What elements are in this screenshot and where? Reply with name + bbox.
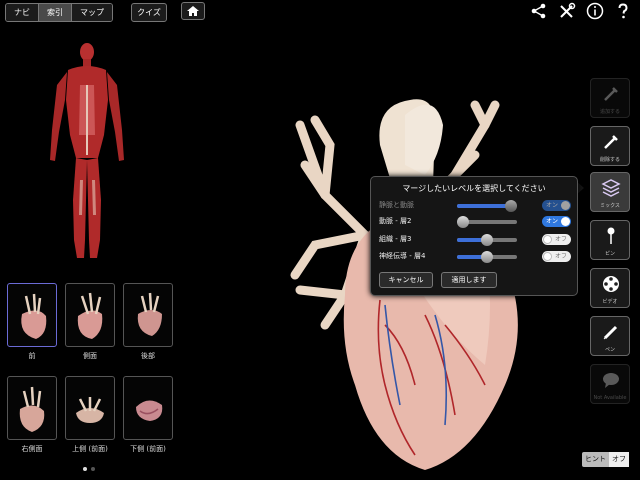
- layer-label: 神経伝導 - 層4: [379, 252, 426, 260]
- mix-tool-button[interactable]: ミックス: [590, 172, 630, 212]
- view-thumbnail-back[interactable]: [123, 283, 173, 347]
- add-pen-icon: [604, 87, 618, 101]
- view-thumbnail-bottom[interactable]: [123, 376, 173, 440]
- hint-toggle[interactable]: ヒント オフ: [582, 452, 632, 467]
- nav-segmented-control: ナビ 索引 マップ: [5, 3, 113, 22]
- home-icon: [187, 6, 199, 16]
- view-thumbnail-top[interactable]: [65, 376, 115, 440]
- view-label-back: 後部: [141, 352, 155, 360]
- slider-knob[interactable]: [457, 216, 469, 228]
- top-icons: [530, 2, 632, 20]
- slider-knob[interactable]: [505, 200, 517, 212]
- pen-tool-button[interactable]: ペン: [590, 316, 630, 356]
- mix-row: 動脈 - 層2 オン: [379, 215, 571, 229]
- mix-row: 神経伝導 - 層4 オフ: [379, 250, 571, 264]
- layers-icon: [601, 179, 621, 197]
- speech-bubble-icon: [603, 373, 619, 388]
- mix-popover: マージしたいレベルを選択してください 静脈と動脈 オン 動脈 - 層2 オン 組…: [370, 176, 578, 296]
- layer-toggle[interactable]: オフ: [542, 234, 571, 245]
- tab-navi[interactable]: ナビ: [6, 4, 39, 21]
- info-icon[interactable]: [586, 2, 604, 20]
- pen-icon: [603, 325, 618, 340]
- quiz-button[interactable]: クイズ: [131, 3, 167, 22]
- view-thumbnail-front[interactable]: [7, 283, 57, 347]
- video-tool-button[interactable]: ビデオ: [590, 268, 630, 308]
- add-tool-button[interactable]: 追加する: [590, 78, 630, 118]
- remove-pen-icon: [604, 135, 618, 149]
- layer-label: 動脈 - 層2: [379, 217, 412, 225]
- home-button[interactable]: [181, 2, 205, 20]
- layer-slider[interactable]: [457, 234, 517, 246]
- view-label-right-side: 右側面: [21, 445, 43, 453]
- view-thumbnail-side[interactable]: [65, 283, 115, 347]
- page-indicator: [83, 467, 95, 471]
- tools-icon[interactable]: [558, 2, 576, 20]
- view-label-bottom: 下側 (前面): [130, 445, 166, 453]
- hint-label: ヒント: [582, 452, 609, 467]
- layer-toggle[interactable]: オフ: [542, 251, 571, 262]
- layer-slider[interactable]: [457, 200, 517, 212]
- view-thumbnail-right-side[interactable]: [7, 376, 57, 440]
- layer-toggle[interactable]: オン: [542, 200, 571, 211]
- remove-tool-button[interactable]: 削除する: [590, 126, 630, 166]
- view-label-top: 上側 (前面): [72, 445, 108, 453]
- apply-button[interactable]: 適用します: [441, 272, 497, 288]
- film-reel-icon: [603, 276, 619, 292]
- popover-title: マージしたいレベルを選択してください: [402, 184, 546, 193]
- tab-map[interactable]: マップ: [72, 4, 112, 21]
- layer-label: 静脈と動脈: [379, 201, 414, 209]
- view-label-front: 前: [28, 352, 36, 360]
- help-icon[interactable]: [614, 2, 632, 20]
- slider-knob[interactable]: [481, 251, 493, 263]
- layer-slider[interactable]: [457, 216, 517, 228]
- cancel-button[interactable]: キャンセル: [379, 272, 433, 288]
- slider-knob[interactable]: [481, 234, 493, 246]
- view-label-side: 側面: [83, 352, 97, 360]
- layer-toggle[interactable]: オン: [542, 216, 571, 227]
- share-icon[interactable]: [530, 2, 548, 20]
- chat-tool-button[interactable]: Not Available: [590, 364, 630, 404]
- hint-state: オフ: [609, 452, 629, 467]
- layer-label: 組織 - 層3: [379, 235, 412, 243]
- pin-icon: [607, 227, 615, 244]
- tab-index[interactable]: 索引: [39, 4, 72, 21]
- pin-tool-button[interactable]: ピン: [590, 220, 630, 260]
- mix-row: 組織 - 層3 オフ: [379, 233, 571, 247]
- mix-row: 静脈と動脈 オン: [379, 199, 571, 213]
- muscle-body-figure[interactable]: [40, 40, 135, 265]
- layer-slider[interactable]: [457, 251, 517, 263]
